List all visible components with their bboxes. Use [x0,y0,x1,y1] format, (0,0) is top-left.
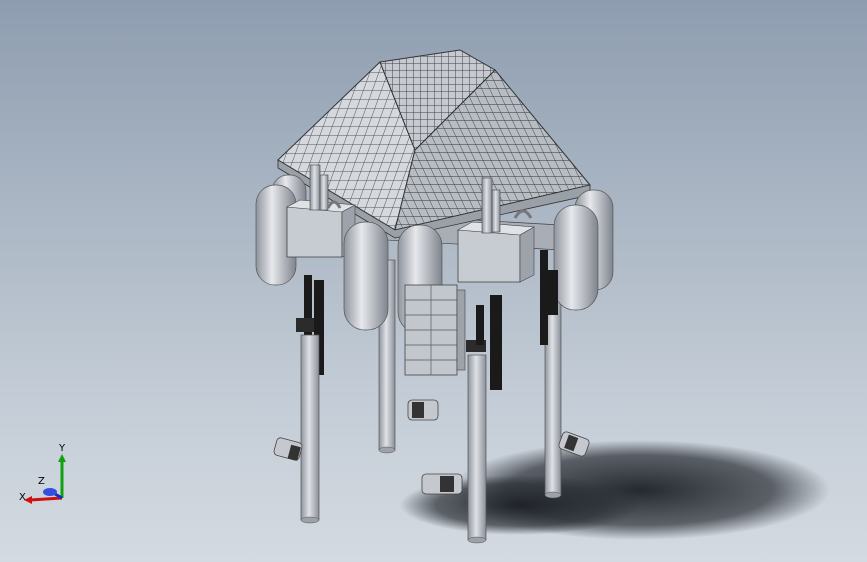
coordinate-triad: Y X Z [18,440,78,510]
triad-axes [24,454,66,504]
x-axis-label: X [19,492,26,503]
z-axis-label: Z [38,476,45,487]
leg-front-left[interactable] [300,334,320,524]
3d-model-view[interactable] [0,0,867,562]
wheel-2[interactable] [407,399,439,421]
y-axis-label: Y [59,443,66,454]
battery-stack[interactable] [404,284,466,376]
graphics-viewport[interactable]: Y X Z [0,0,867,562]
tank-right-front[interactable] [553,204,599,311]
ground-shadow [400,440,830,540]
leg-front-right[interactable] [467,354,487,544]
tank-center-left[interactable] [343,221,389,331]
wheel-4[interactable] [421,473,463,495]
wheel-1[interactable] [273,437,303,461]
x-axis-arrow [29,496,63,502]
